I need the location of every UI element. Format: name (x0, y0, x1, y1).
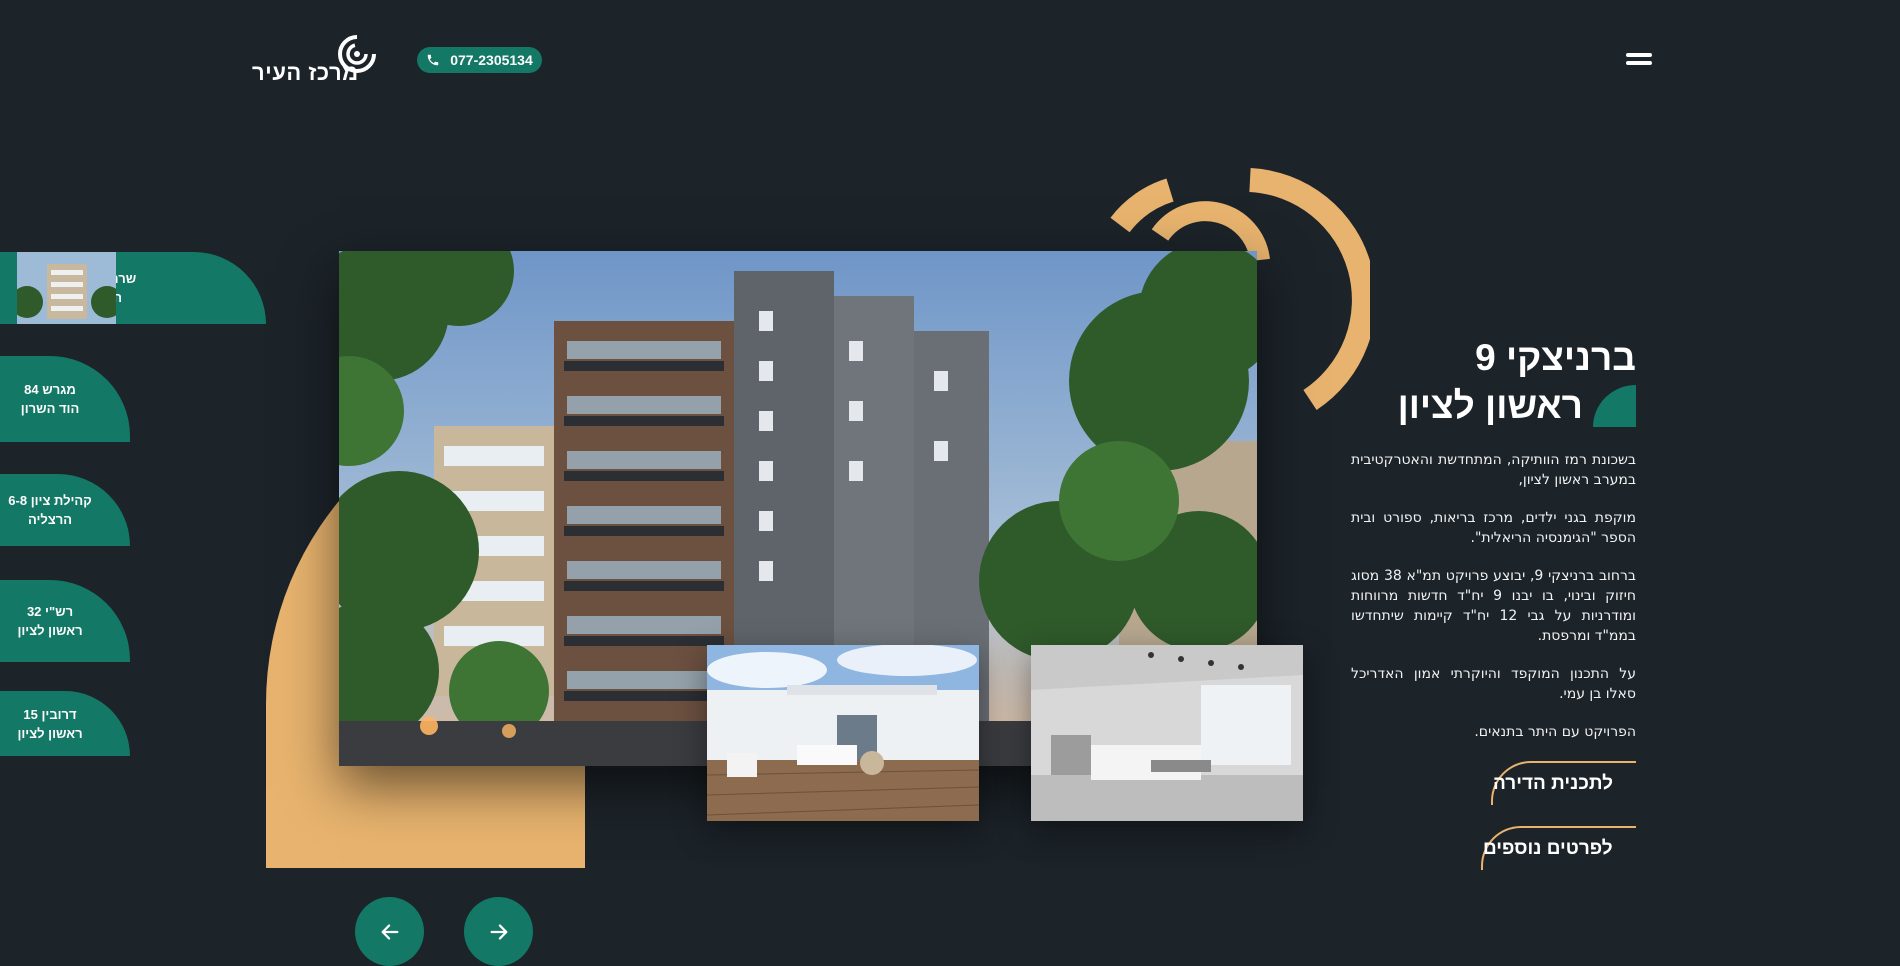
phone-icon (427, 54, 439, 66)
project-city: ראשון לציון (1397, 385, 1583, 426)
title-decor-shape (1593, 385, 1636, 427)
apartment-plan-button[interactable]: לתכנית הדירה (1491, 761, 1636, 805)
phone-number: 077-2305134 (450, 52, 533, 68)
project-title: ברניצקי 9 (1475, 337, 1636, 378)
sidebar-item-city: הוד השרון (20, 401, 80, 416)
sidebar-project-3[interactable]: קהילת ציון 6-8 הרצליה (0, 474, 130, 546)
sidebar-item-address: מגרש 84 (24, 382, 76, 397)
sidebar-project-4[interactable]: רש"י 32 ראשון לציון (0, 580, 130, 662)
description-paragraph: בשכונת רמז הוותיקה, המתחדשת והאטרקטיבית … (1351, 452, 1636, 488)
hamburger-menu-icon[interactable] (1626, 53, 1652, 68)
living-room-thumbnail[interactable] (1031, 645, 1303, 821)
sidebar-item-city: ראשון לציון (17, 725, 83, 741)
description-paragraph: מוקפת בגני ילדים, מרכז בריאות, ספורט ובי… (1351, 510, 1636, 546)
logo[interactable]: מרכז העיר (252, 34, 377, 86)
description-paragraph: ברחוב ברניצקי 9, יבוצע פרויקט תמ"א 38 מס… (1351, 568, 1636, 644)
sidebar-item-address: דרובין 15 (23, 706, 77, 722)
phone-button[interactable]: 077-2305134 (417, 47, 542, 73)
project-description: בשכונת רמז הוותיקה, המתחדשת והאטרקטיבית … (1351, 450, 1636, 760)
arrow-left-icon (381, 923, 398, 940)
sidebar-project-5[interactable]: דרובין 15 ראשון לציון (0, 691, 130, 756)
sidebar-item-address: קהילת ציון 6-8 (8, 493, 92, 508)
arrow-right-icon (490, 923, 507, 940)
more-details-button[interactable]: לפרטים נוספים (1481, 826, 1636, 870)
rooftop-thumbnail[interactable] (707, 645, 979, 821)
sidebar-project-2[interactable]: מגרש 84 הוד השרון (0, 356, 130, 442)
logo-mark-icon (338, 35, 376, 73)
sidebar-item-city: הרצליה (27, 512, 73, 527)
description-paragraph: הפרויקט עם היתר בתנאים. (1474, 724, 1636, 740)
prev-slide-button[interactable] (355, 897, 424, 966)
sidebar-project-thumbnail (17, 252, 116, 324)
next-slide-button[interactable] (464, 897, 533, 966)
sidebar-project-1[interactable]: שרה מלכין 8 הרצליה (0, 252, 266, 324)
project-subtitle-row: ראשון לציון (1398, 385, 1636, 427)
description-paragraph: על התכנון המוקפד והיוקרתי אמון האדריכל ס… (1351, 666, 1636, 702)
sidebar-item-address: רש"י 32 (26, 604, 74, 619)
sidebar-item-city: ראשון לציון (17, 623, 83, 638)
